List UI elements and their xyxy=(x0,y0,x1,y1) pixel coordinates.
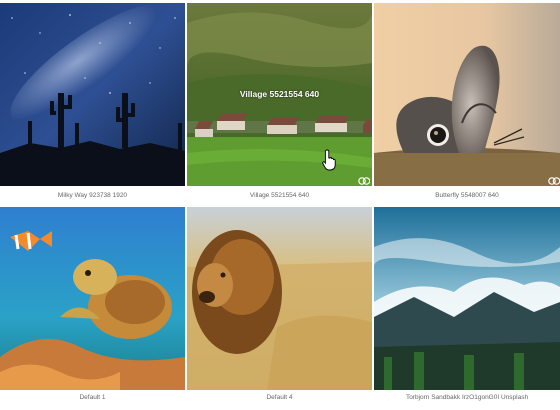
gallery-item-mountains[interactable]: Torbjorn Sandbakk IrzO1gonG0I Unsplash xyxy=(374,207,560,405)
gallery-image-milky-way[interactable] xyxy=(0,3,185,186)
gallery-item-village[interactable]: Village 5521554 640 Village 5521554 640 xyxy=(187,3,372,199)
gallery-item-milky-way[interactable]: Milky Way 923738 1920 xyxy=(0,3,185,199)
gallery-caption: Default 1 xyxy=(79,394,106,401)
gallery-item-butterfly[interactable]: Butterfly 5548007 640 xyxy=(374,3,560,199)
gallery-item-default-1[interactable]: Default 1 xyxy=(0,207,185,405)
gallery-image-mountains[interactable] xyxy=(374,207,560,390)
zoom-icon[interactable] xyxy=(358,173,371,185)
gallery-item-default-4[interactable]: Default 4 xyxy=(187,207,372,405)
image-gallery: Milky Way 923738 1920 Village 5521554 64… xyxy=(0,0,560,410)
gallery-caption: Milky Way 923738 1920 xyxy=(57,192,128,199)
hover-title: Village 5521554 640 xyxy=(239,89,320,99)
gallery-caption: Butterfly 5548007 640 xyxy=(435,192,499,199)
zoom-icon[interactable] xyxy=(548,173,560,185)
hand-cursor-icon xyxy=(322,149,338,171)
gallery-caption: Default 4 xyxy=(266,394,293,401)
gallery-caption: Torbjorn Sandbakk IrzO1gonG0I Unsplash xyxy=(405,394,529,401)
gallery-caption: Village 5521554 640 xyxy=(249,192,310,199)
gallery-image-butterfly[interactable] xyxy=(374,3,560,186)
gallery-image-default-1[interactable] xyxy=(0,207,185,390)
gallery-image-default-4[interactable] xyxy=(187,207,372,390)
